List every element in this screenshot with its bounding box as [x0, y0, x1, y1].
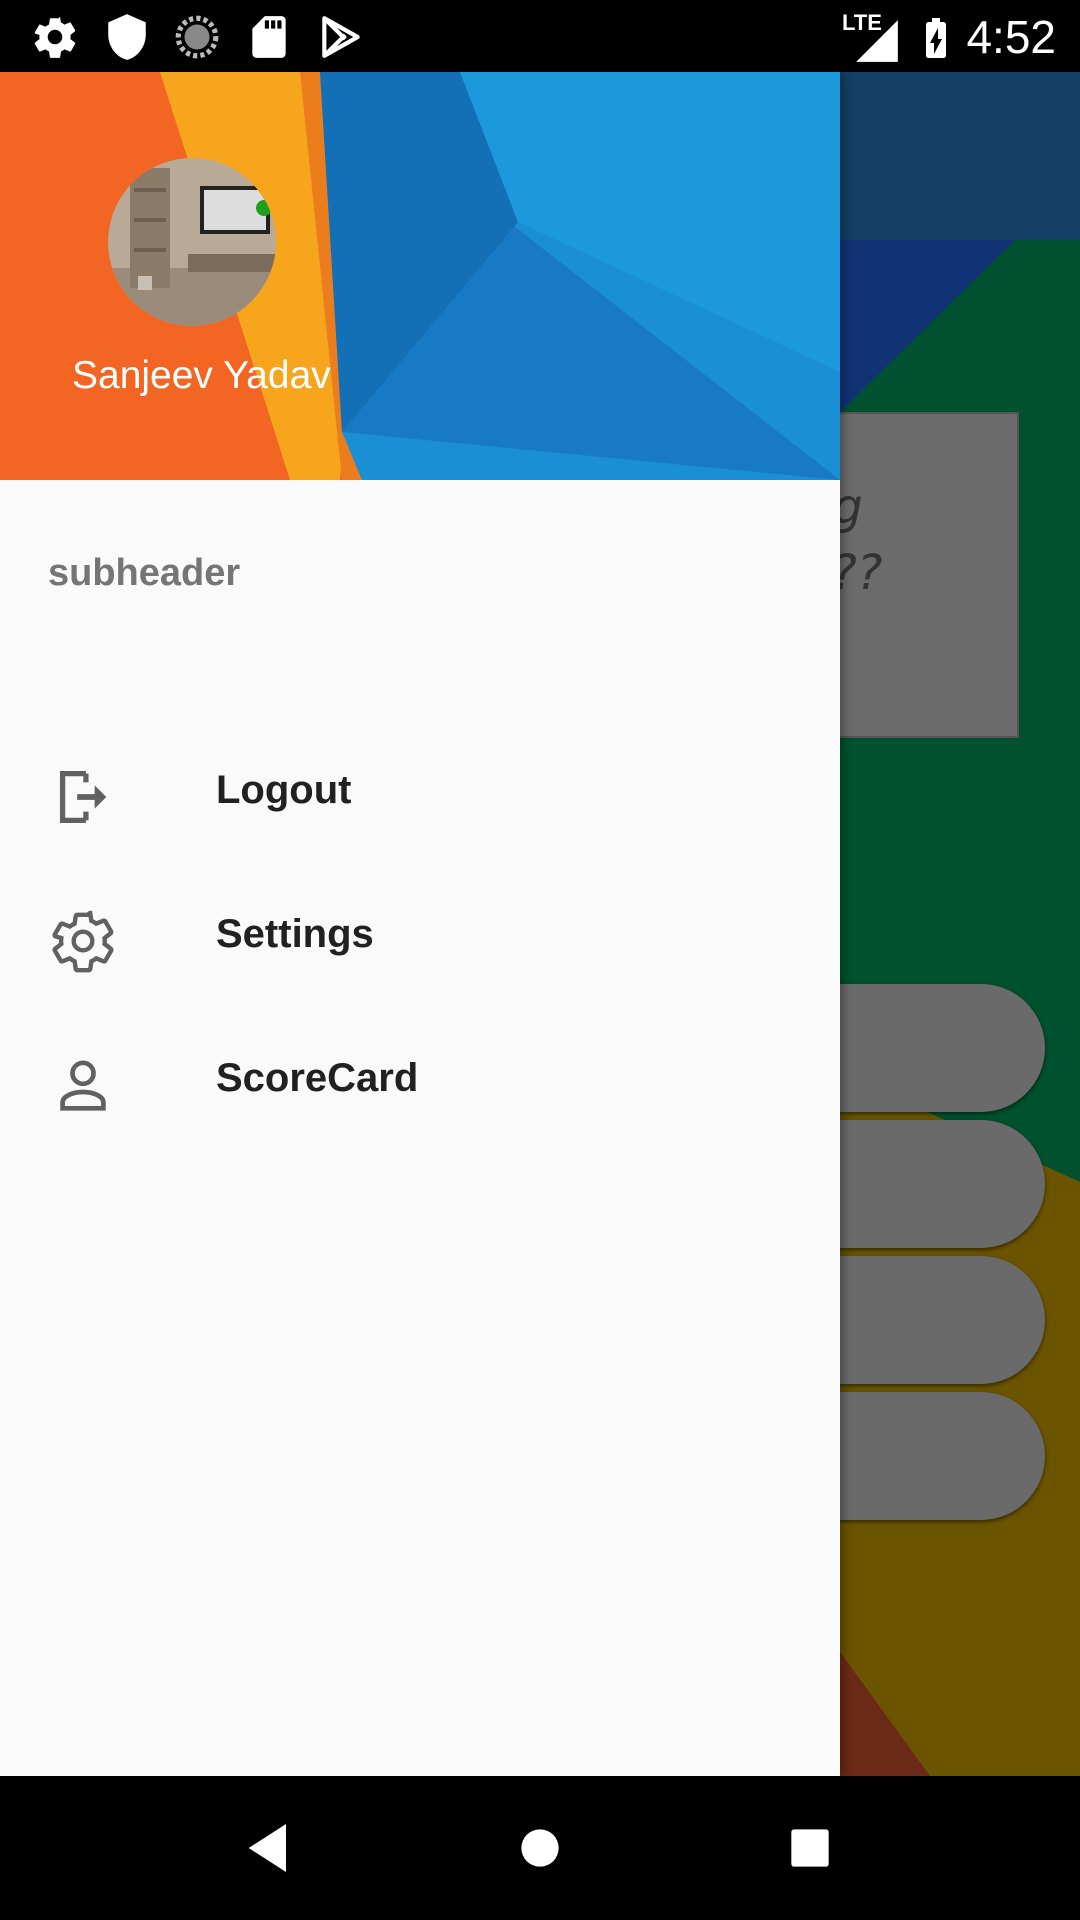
home-icon[interactable]	[508, 1816, 572, 1880]
user-name: Sanjeev Yadav	[72, 354, 331, 397]
gear-icon	[52, 910, 114, 973]
navigation-drawer: Sanjeev Yadav subheader Logout Settings …	[0, 72, 840, 1776]
system-nav-bar	[0, 1776, 1080, 1920]
drawer-item-label: Settings	[216, 912, 374, 956]
status-clock: 4:52	[966, 11, 1056, 63]
play-store-icon	[322, 16, 360, 58]
sync-icon	[175, 15, 219, 59]
drawer-item-label: ScoreCard	[216, 1056, 419, 1100]
signal-icon	[856, 20, 898, 62]
recents-icon[interactable]	[778, 1816, 842, 1880]
avatar[interactable]	[108, 158, 276, 326]
drawer-item-label: Logout	[216, 768, 352, 812]
shield-icon	[108, 14, 146, 60]
drawer-subheader: subheader	[48, 552, 241, 594]
back-icon[interactable]	[238, 1816, 302, 1880]
drawer-header: Sanjeev Yadav	[0, 72, 840, 480]
battery-charging-icon	[926, 18, 946, 58]
person-icon	[60, 1060, 106, 1111]
drawer-item-scorecard[interactable]: ScoreCard	[0, 1008, 840, 1152]
settings-icon	[34, 17, 76, 58]
avatar-image	[108, 158, 276, 326]
status-bar: LTE 4:52	[0, 0, 1080, 72]
logout-icon	[59, 771, 107, 823]
drawer-item-settings[interactable]: Settings	[0, 864, 840, 1008]
drawer-item-logout[interactable]: Logout	[0, 720, 840, 864]
sd-card-icon	[252, 16, 286, 58]
